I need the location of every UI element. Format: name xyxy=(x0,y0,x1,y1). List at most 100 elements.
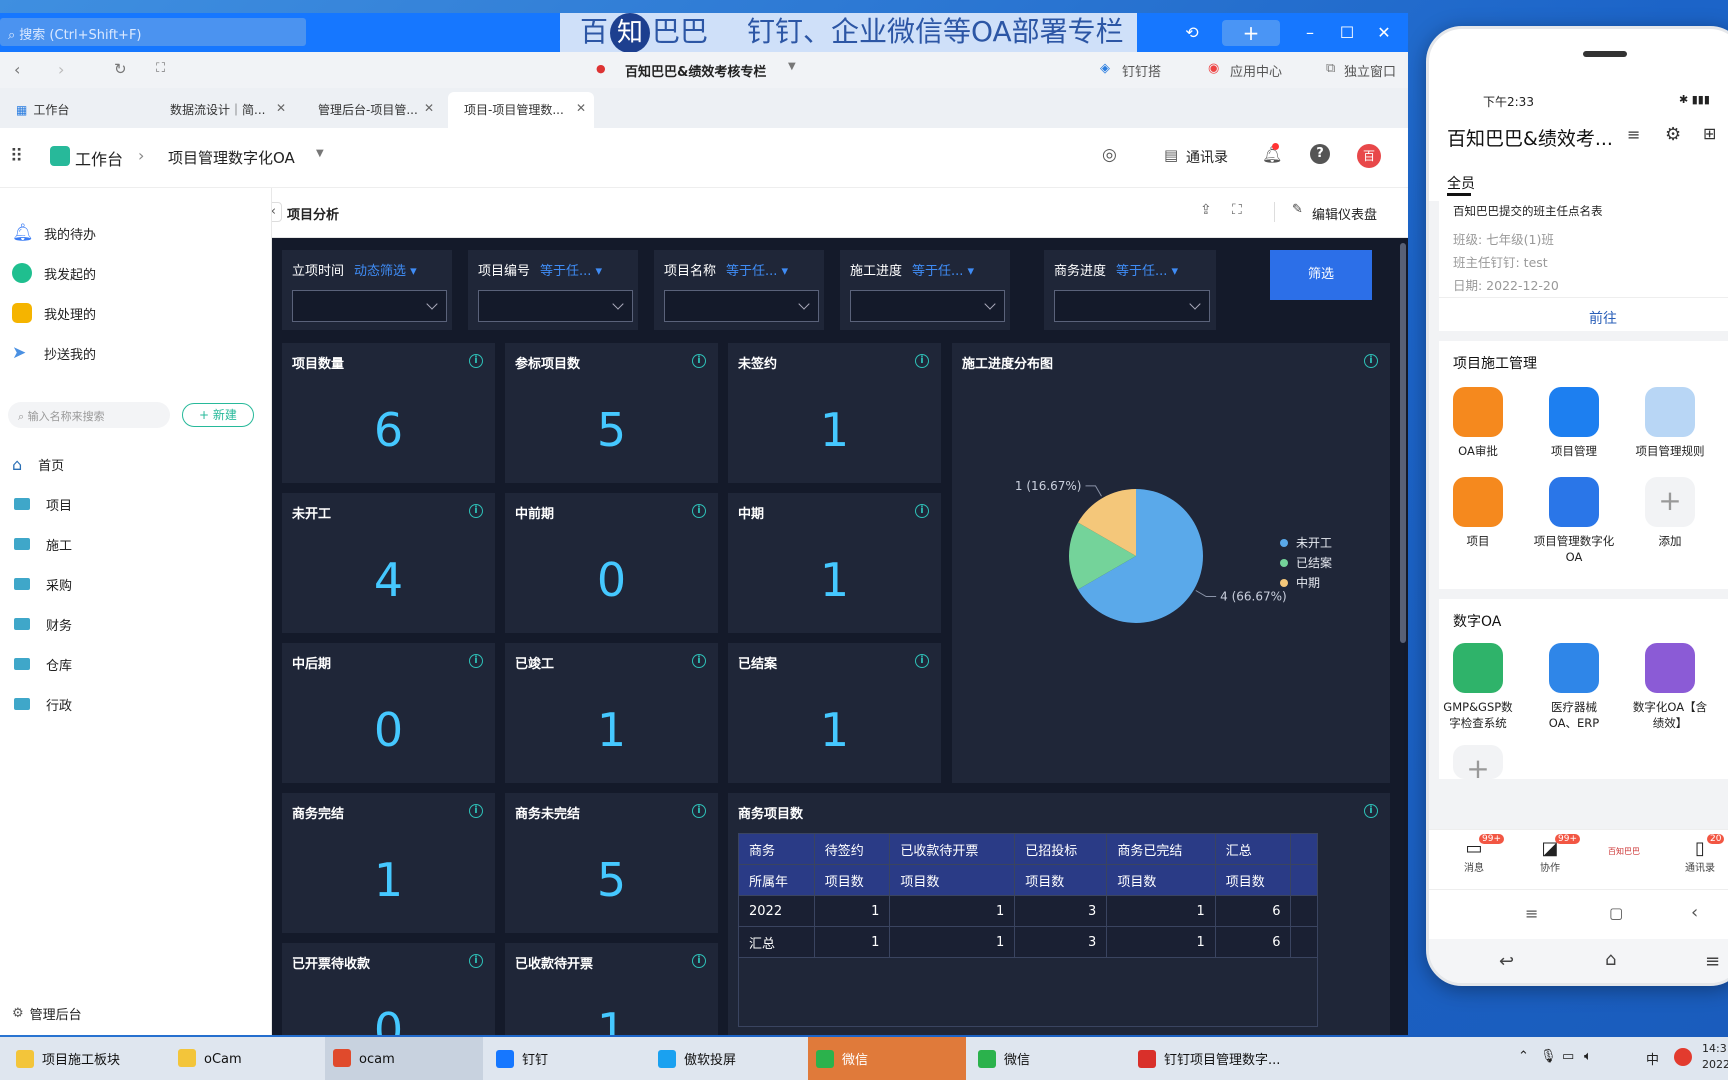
menu-icon[interactable]: ≡ xyxy=(1627,125,1640,144)
recents-icon[interactable]: ≡ xyxy=(1705,951,1720,972)
collapse-icon[interactable]: « xyxy=(272,202,282,222)
filter-select[interactable] xyxy=(1054,290,1210,322)
app-name[interactable]: 项目管理数字化OA xyxy=(168,147,295,168)
refresh-icon[interactable]: ↻ xyxy=(114,60,127,78)
sidebar-item-admin-console[interactable]: ⚙ 管理后台 xyxy=(12,1000,82,1026)
global-search-input[interactable]: ⌕ 搜索 (Ctrl+Shift+F) xyxy=(0,18,306,46)
digital-oa-icon[interactable] xyxy=(1645,643,1695,693)
chevron-down-icon[interactable]: ▼ xyxy=(788,61,796,72)
oa-approval-icon[interactable] xyxy=(1453,387,1503,437)
info-icon[interactable]: i xyxy=(915,654,929,668)
legend-label[interactable]: 未开工 xyxy=(1296,536,1332,550)
menu-icon[interactable]: ≡ xyxy=(1525,904,1538,923)
project-rules-icon[interactable] xyxy=(1645,387,1695,437)
link-dingda[interactable]: 钉钉搭 xyxy=(1122,61,1161,80)
medical-oa-icon[interactable] xyxy=(1549,643,1599,693)
gmp-gsp-icon[interactable] xyxy=(1453,643,1503,693)
contacts-link[interactable]: 通讯录 xyxy=(1186,147,1228,167)
clock[interactable]: 14:3 2022 xyxy=(1702,1041,1728,1073)
workbench-link[interactable]: 工作台 xyxy=(75,146,123,170)
chevron-down-icon[interactable]: ▼ xyxy=(316,148,324,159)
info-icon[interactable]: i xyxy=(469,354,483,368)
new-button[interactable]: + 新建 xyxy=(182,403,254,427)
sidebar-item-finance[interactable]: 财务 xyxy=(12,611,72,637)
close-tab-icon[interactable]: ✕ xyxy=(276,101,286,115)
project-icon[interactable] xyxy=(1453,477,1503,527)
nav-collab[interactable]: ◪ 协作 99+ xyxy=(1525,834,1580,874)
sidebar-item-admin-office[interactable]: 行政 xyxy=(12,691,72,717)
sidebar-item-warehouse[interactable]: 仓库 xyxy=(12,651,72,677)
sidebar-item-cc[interactable]: ➤ 抄送我的 xyxy=(12,340,96,366)
info-icon[interactable]: i xyxy=(469,654,483,668)
info-icon[interactable]: i xyxy=(692,354,706,368)
project-oa-icon[interactable] xyxy=(1549,477,1599,527)
home-icon[interactable]: ⌂ xyxy=(1605,949,1616,970)
tab-workbench[interactable]: ▦ 工作台 xyxy=(0,92,148,128)
return-icon[interactable]: ↩ xyxy=(1499,951,1514,972)
history-icon[interactable]: ⟲ xyxy=(1180,20,1204,46)
add-app-icon[interactable]: + xyxy=(1645,477,1695,527)
add-button[interactable]: + xyxy=(1222,20,1280,46)
scrollbar[interactable] xyxy=(1400,243,1406,643)
close-tab-icon[interactable]: ✕ xyxy=(424,101,434,115)
taskbar-item[interactable]: 项目施工板块 xyxy=(8,1037,158,1080)
share-icon[interactable]: ⇪ xyxy=(1200,202,1212,218)
avatar[interactable]: 百 xyxy=(1357,144,1381,168)
speaker-icon[interactable]: 🔈︎ xyxy=(1584,1049,1592,1064)
fullscreen-icon[interactable]: ⛶ xyxy=(1232,202,1242,218)
tab-admin[interactable]: 管理后台-项目管... ✕ xyxy=(302,92,442,128)
filter-select[interactable] xyxy=(292,290,447,322)
filter-select[interactable] xyxy=(664,290,819,322)
info-icon[interactable]: i xyxy=(469,804,483,818)
info-icon[interactable]: i xyxy=(469,504,483,518)
sidebar-item-home[interactable]: ⌂ 首页 xyxy=(12,451,64,477)
taskbar-item[interactable]: 钉钉项目管理数字... xyxy=(1130,1037,1300,1080)
fullscreen-icon[interactable]: ⛶ xyxy=(156,61,165,76)
legend-swatch[interactable] xyxy=(1280,539,1288,547)
nav-org[interactable]: 百知巴巴 xyxy=(1599,846,1649,857)
network-icon[interactable]: ▭ xyxy=(1562,1049,1574,1064)
filter-button[interactable]: 筛选 xyxy=(1270,250,1372,300)
ime-indicator[interactable]: 中 xyxy=(1646,1049,1659,1068)
info-icon[interactable]: i xyxy=(692,504,706,518)
filter-operator[interactable]: 等于任... ▾ xyxy=(540,260,602,279)
forward-icon[interactable]: › xyxy=(58,60,64,79)
phone-tab-all[interactable]: 全员 xyxy=(1447,173,1475,193)
sidebar-item-construction[interactable]: 施工 xyxy=(12,531,72,557)
square-icon[interactable]: ▢ xyxy=(1609,904,1623,922)
notice-card[interactable]: 百知巴巴提交的班主任点名表 班级: 七年级(1)班 班主任钉钉: test 日期… xyxy=(1439,201,1728,331)
nav-contacts[interactable]: ▯ 通讯录 20 xyxy=(1675,834,1725,874)
back-icon[interactable]: ‹ xyxy=(1691,902,1698,923)
grid-icon[interactable]: ⊞ xyxy=(1703,124,1716,143)
filter-operator[interactable]: 等于任... ▾ xyxy=(912,260,974,279)
filter-operator[interactable]: 等于任... ▾ xyxy=(1116,260,1178,279)
taskbar-item[interactable]: 微信 xyxy=(808,1037,966,1080)
info-icon[interactable]: i xyxy=(692,804,706,818)
link-standalone-window[interactable]: 独立窗口 xyxy=(1344,61,1396,80)
filter-operator[interactable]: 等于任... ▾ xyxy=(726,260,788,279)
info-icon[interactable]: i xyxy=(1364,804,1378,818)
info-icon[interactable]: i xyxy=(469,954,483,968)
tray-chevron-icon[interactable]: ⌃ xyxy=(1518,1049,1529,1064)
microphone-icon[interactable]: 🎙︎ xyxy=(1540,1049,1557,1064)
sidebar-item-purchase[interactable]: 采购 xyxy=(12,571,72,597)
legend-swatch[interactable] xyxy=(1280,559,1288,567)
legend-label[interactable]: 中期 xyxy=(1296,575,1320,590)
nav-messages[interactable]: ▭ 消息 99+ xyxy=(1449,834,1504,874)
edit-dashboard-button[interactable]: 编辑仪表盘 xyxy=(1312,204,1377,223)
close-tab-icon[interactable]: ✕ xyxy=(576,101,586,115)
link-app-center[interactable]: 应用中心 xyxy=(1230,61,1282,80)
org-title[interactable]: 百知巴巴&绩效考核专栏 xyxy=(625,61,766,80)
taskbar-item[interactable]: ocam xyxy=(325,1037,483,1080)
taskbar-item[interactable]: oCam xyxy=(170,1037,320,1080)
close-icon[interactable]: ✕ xyxy=(1372,20,1396,46)
sogou-icon[interactable] xyxy=(1674,1048,1692,1066)
filter-operator[interactable]: 动态筛选 ▾ xyxy=(354,260,417,279)
info-icon[interactable]: i xyxy=(692,954,706,968)
project-management-icon[interactable] xyxy=(1549,387,1599,437)
taskbar-item[interactable]: 微信 xyxy=(970,1037,1126,1080)
legend-swatch[interactable] xyxy=(1280,579,1288,587)
minimize-icon[interactable]: – xyxy=(1298,20,1322,46)
apps-grid-icon[interactable]: ⠿ xyxy=(10,146,23,167)
sidebar-item-todo[interactable]: 🔔︎ 我的待办 xyxy=(12,220,96,246)
